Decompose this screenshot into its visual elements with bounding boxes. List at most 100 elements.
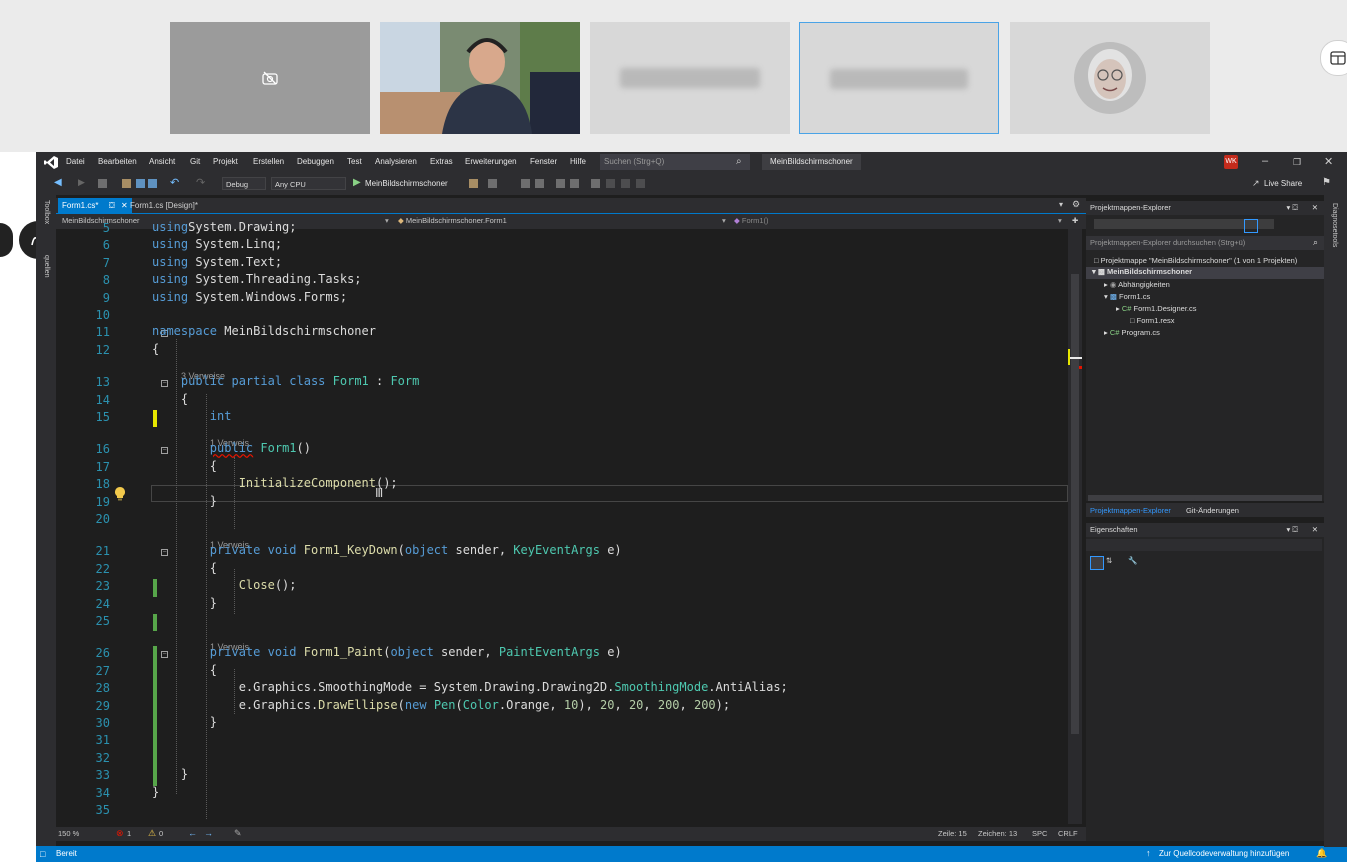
minimize-icon[interactable]: – bbox=[1262, 155, 1268, 167]
menu-erweiterungen[interactable]: Erweiterungen bbox=[465, 157, 517, 166]
forward-nav-icon[interactable]: ▶ bbox=[78, 177, 85, 188]
warning-count[interactable]: 0 bbox=[159, 829, 163, 838]
solution-search-input[interactable]: Projektmappen-Explorer durchsuchen (Strg… bbox=[1086, 236, 1324, 250]
menu-erstellen[interactable]: Erstellen bbox=[253, 157, 284, 166]
menu-fenster[interactable]: Fenster bbox=[530, 157, 557, 166]
restore-icon[interactable]: ❐ bbox=[1293, 157, 1301, 168]
toolbar-icon[interactable] bbox=[488, 179, 497, 188]
toolbar-icon[interactable] bbox=[621, 179, 630, 188]
tree-program-cs[interactable]: ▸ C# Program.cs bbox=[1104, 328, 1160, 337]
zoom-level[interactable]: 150 % bbox=[58, 829, 79, 838]
save-icon[interactable] bbox=[136, 179, 145, 188]
undo-icon[interactable]: ↶ bbox=[170, 176, 179, 189]
wrench-icon[interactable]: 🔧 bbox=[1128, 556, 1137, 565]
menu-projekt[interactable]: Projekt bbox=[213, 157, 238, 166]
participant-tile-blurred-1[interactable] bbox=[590, 22, 790, 134]
redo-icon[interactable]: ↷ bbox=[196, 176, 205, 189]
tree-form1-cs[interactable]: ▾ ▩ Form1.cs bbox=[1104, 292, 1150, 301]
layout-toggle-button[interactable] bbox=[1320, 40, 1347, 76]
bookmark-icon[interactable] bbox=[591, 179, 600, 188]
tree-solution[interactable]: □ Projektmappe "MeinBildschirmschoner" (… bbox=[1094, 256, 1297, 265]
left-floating-button[interactable] bbox=[0, 223, 13, 257]
feedback-icon[interactable]: ⚑ bbox=[1322, 177, 1331, 188]
pin-icon[interactable]: ⛋ bbox=[109, 201, 115, 210]
tab-solution-explorer[interactable]: Projektmappen-Explorer bbox=[1090, 506, 1171, 515]
tab-form1-cs[interactable]: Form1.cs* ⛋ ✕ bbox=[58, 198, 132, 213]
toolbar-icon[interactable] bbox=[521, 179, 530, 188]
menu-hilfe[interactable]: Hilfe bbox=[570, 157, 586, 166]
menu-ansicht[interactable]: Ansicht bbox=[149, 157, 175, 166]
platform-select[interactable]: Any CPU bbox=[271, 177, 346, 190]
menu-datei[interactable]: Datei bbox=[66, 157, 85, 166]
new-item-icon[interactable] bbox=[98, 179, 107, 188]
menu-bearbeiten[interactable]: Bearbeiten bbox=[98, 157, 137, 166]
nav-forward-icon[interactable]: → bbox=[204, 828, 213, 838]
categorized-icon[interactable] bbox=[1090, 556, 1104, 570]
tab-form1-design[interactable]: Form1.cs [Design]* bbox=[126, 198, 202, 213]
member-dropdown[interactable]: ◆ Form1() bbox=[734, 215, 769, 227]
menu-analysieren[interactable]: Analysieren bbox=[375, 157, 417, 166]
scrollbar-thumb[interactable] bbox=[1071, 274, 1079, 734]
nav-back-icon[interactable]: ← bbox=[188, 828, 197, 838]
user-avatar-badge[interactable]: WK bbox=[1224, 155, 1238, 169]
live-share-button[interactable]: Live Share bbox=[1264, 179, 1302, 188]
close-panel-icon[interactable]: ✕ bbox=[1312, 523, 1318, 537]
toolbar-icon[interactable] bbox=[535, 179, 544, 188]
menu-git[interactable]: Git bbox=[190, 157, 200, 166]
participant-tile-video[interactable] bbox=[380, 22, 580, 134]
pin-icon[interactable]: ▾ ⛋ bbox=[1286, 201, 1298, 215]
toolbox-tab[interactable]: Toolbox bbox=[43, 200, 50, 224]
back-nav-icon[interactable]: ◀ bbox=[54, 177, 62, 188]
toolbar-icon[interactable] bbox=[636, 179, 645, 188]
whitespace-indicator[interactable]: SPC bbox=[1032, 829, 1047, 838]
tab-git-changes[interactable]: Git-Änderungen bbox=[1186, 506, 1239, 515]
run-target-button[interactable]: MeinBildschirmschoner bbox=[365, 179, 448, 188]
tree-dependencies[interactable]: ▸ ◉ Abhängigkeiten bbox=[1104, 280, 1170, 289]
menu-extras[interactable]: Extras bbox=[430, 157, 453, 166]
add-source-control-button[interactable]: Zur Quellcodeverwaltung hinzufügen bbox=[1159, 849, 1289, 858]
open-folder-icon[interactable] bbox=[122, 179, 131, 188]
start-debug-icon[interactable]: ▶ bbox=[353, 177, 361, 188]
char-indicator[interactable]: Zeichen: 13 bbox=[978, 829, 1017, 838]
toolbar-icon[interactable] bbox=[469, 179, 478, 188]
toolbar-icon-selected[interactable] bbox=[1244, 219, 1258, 233]
line-number: 32 bbox=[95, 750, 110, 765]
line-indicator[interactable]: Zeile: 15 bbox=[938, 829, 967, 838]
diagnostics-tab[interactable]: Diagnosetools bbox=[1331, 203, 1338, 247]
search-input[interactable]: Suchen (Strg+Q) bbox=[600, 154, 750, 170]
line-number: 24 bbox=[95, 596, 110, 611]
notification-bell-icon[interactable]: 🔔 bbox=[1316, 848, 1327, 859]
menu-debuggen[interactable]: Debuggen bbox=[297, 157, 334, 166]
split-icon[interactable]: ✚ bbox=[1072, 215, 1078, 227]
tab-overflow-icon[interactable]: ▾ bbox=[1059, 200, 1063, 209]
toolbar-icon[interactable] bbox=[570, 179, 579, 188]
tree-form1-designer[interactable]: ▸ C# Form1.Designer.cs bbox=[1116, 304, 1196, 313]
pin-icon[interactable]: ▾ ⛋ bbox=[1286, 523, 1298, 537]
code-editor[interactable]: 5 usingSystem.Drawing; 6 using System.Linq;… bbox=[56, 220, 1068, 824]
code-line: e.Graphics.DrawEllipse(new Pen(Color.Ora… bbox=[152, 697, 731, 712]
error-count[interactable]: 1 bbox=[127, 829, 131, 838]
class-dropdown[interactable]: ◆ MeinBildschirmschoner.Form1 bbox=[398, 215, 507, 227]
object-select[interactable] bbox=[1086, 539, 1322, 551]
participant-tile-blurred-2[interactable] bbox=[799, 22, 999, 134]
save-all-icon[interactable] bbox=[148, 179, 157, 188]
line-number: 34 bbox=[95, 785, 110, 800]
menu-test[interactable]: Test bbox=[347, 157, 362, 166]
settings-gear-icon[interactable]: ⚙ bbox=[1072, 199, 1080, 210]
tree-form1-resx[interactable]: □ Form1.resx bbox=[1130, 316, 1175, 325]
close-panel-icon[interactable]: ✕ bbox=[1312, 201, 1318, 215]
tree-project[interactable]: ▾ ▩ MeinBildschirmschoner bbox=[1086, 267, 1324, 279]
line-ending-indicator[interactable]: CRLF bbox=[1058, 829, 1078, 838]
horizontal-scrollbar[interactable] bbox=[1088, 495, 1322, 501]
toolbar-icon[interactable] bbox=[606, 179, 615, 188]
configuration-select[interactable]: Debug bbox=[222, 177, 266, 190]
close-icon[interactable]: ✕ bbox=[1324, 155, 1333, 168]
alphabetical-icon[interactable]: ⇅ bbox=[1106, 556, 1112, 565]
participant-tile-camera-off[interactable] bbox=[170, 22, 370, 134]
participant-tile-avatar[interactable] bbox=[1010, 22, 1210, 134]
lightbulb-icon[interactable] bbox=[114, 486, 126, 501]
sources-tab[interactable]: quellen bbox=[43, 255, 50, 278]
brush-icon[interactable]: ✎ bbox=[234, 828, 242, 839]
editor-vertical-scrollbar[interactable] bbox=[1068, 229, 1082, 824]
toolbar-icon[interactable] bbox=[556, 179, 565, 188]
